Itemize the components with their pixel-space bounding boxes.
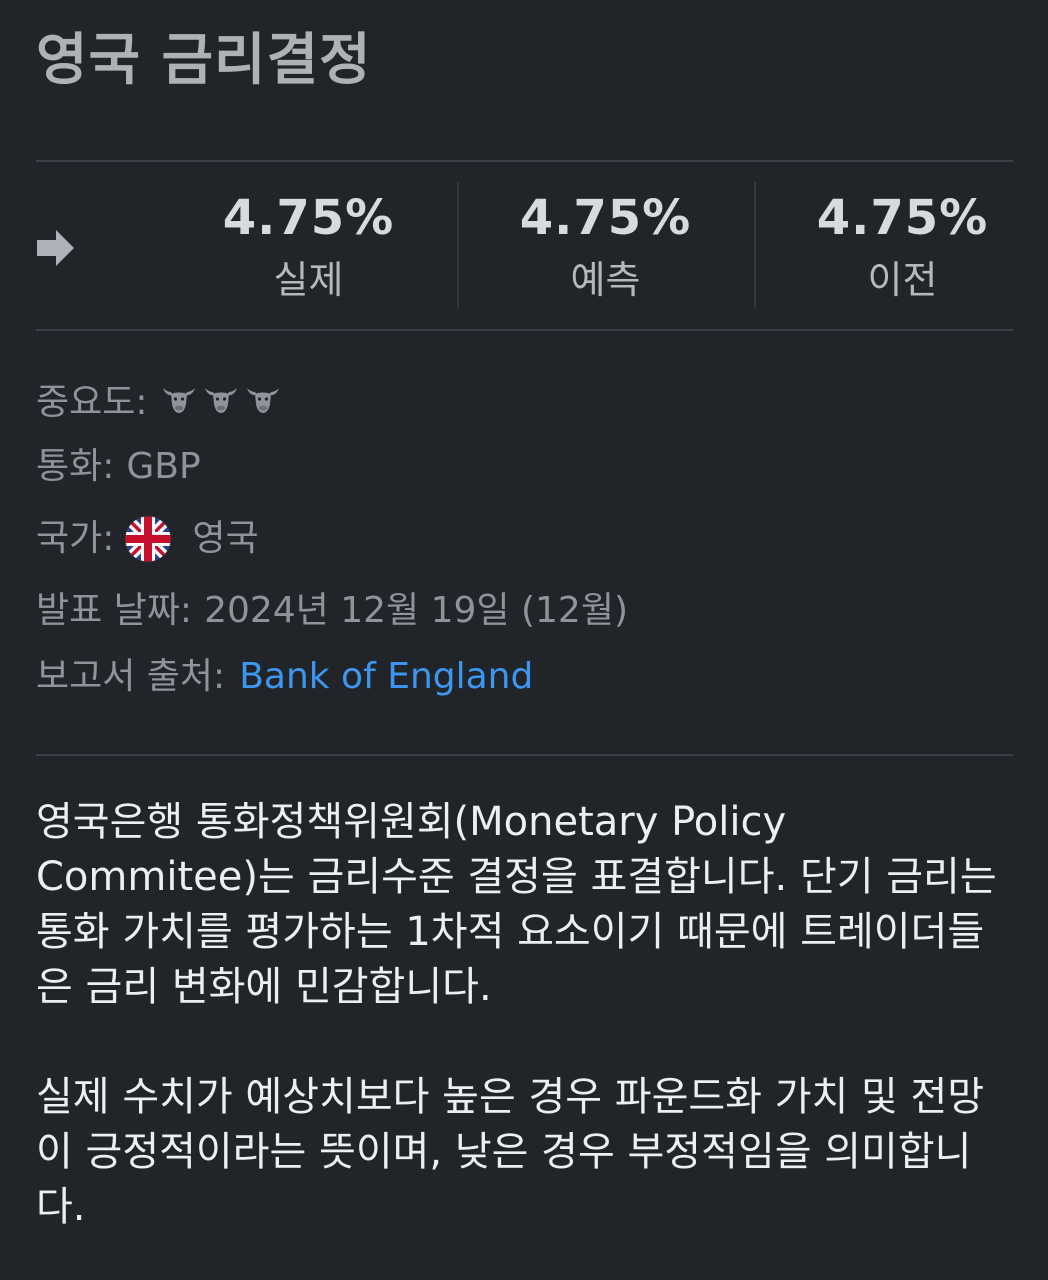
importance-rating [148,378,280,428]
event-description: 영국은행 통화정책위원회(Monetary Policy Commitee)는 … [36,795,1013,1235]
previous-label: 이전 [867,258,938,302]
bull-icon [162,388,195,413]
uk-flag-icon [124,515,172,563]
actual-stat: 4.75% 실제 [160,182,457,308]
stats-row: 4.75% 실제 4.75% 예측 4.75% 이전 [160,182,1048,308]
source-row: 보고서 출처: Bank of England [36,652,533,702]
divider [36,754,1013,756]
economic-event-detail: 영국 금리결정 4.75% 실제 4.75% 예측 4.75% 이전 중요도: … [36,0,1013,1280]
event-title: 영국 금리결정 [36,28,372,93]
source-link[interactable]: Bank of England [239,652,533,702]
forecast-value: 4.75% [519,190,692,246]
country-row: 국가: 영국 [36,514,259,564]
importance-label: 중요도: [36,382,148,423]
divider [36,329,1013,331]
forecast-label: 예측 [570,258,641,302]
importance-row: 중요도: [36,378,280,428]
right-arrow-icon [37,230,74,266]
forecast-stat: 4.75% 예측 [457,182,754,308]
bull-icon [246,388,279,413]
previous-stat: 4.75% 이전 [754,182,1048,308]
source-label: 보고서 출처: [36,656,226,697]
previous-value: 4.75% [816,190,989,246]
actual-value: 4.75% [222,190,395,246]
country-value: 영국 [192,518,259,559]
currency-label: 통화: [36,446,115,487]
release-date-label: 발표 날짜: [36,590,193,631]
description-paragraph: 실제 수치가 예상치보다 높은 경우 파운드화 가치 및 전망이 긍정적이라는 … [36,1074,985,1230]
bull-icon [204,388,237,413]
release-date-row: 발표 날짜: 2024년 12월 19일 (12월) [36,586,628,636]
release-date-value: 2024년 12월 19일 (12월) [204,590,629,631]
currency-value: GBP [126,446,201,487]
description-paragraph: 영국은행 통화정책위원회(Monetary Policy Commitee)는 … [36,799,997,1010]
country-label: 국가: [36,518,115,559]
currency-row: 통화: GBP [36,442,201,492]
actual-label: 실제 [273,258,344,302]
divider [36,160,1013,162]
